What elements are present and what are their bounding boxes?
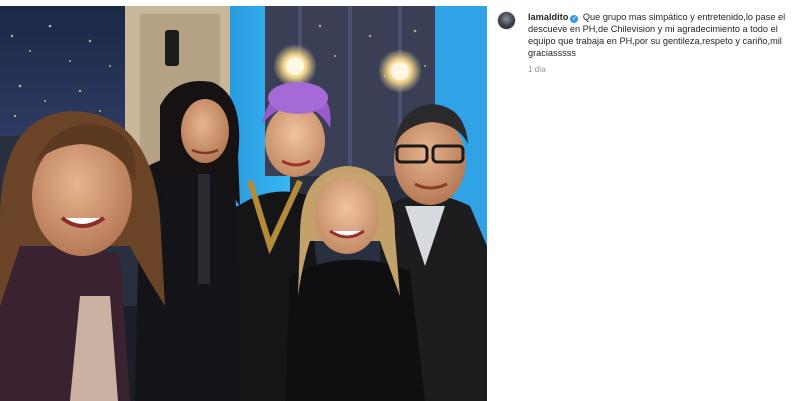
post-timestamp[interactable]: 1 día [528, 65, 546, 74]
profile-avatar[interactable] [497, 11, 516, 30]
caption-panel: lamaldito ✓ Que grupo mas simpático y ent… [487, 0, 800, 401]
verified-badge-icon: ✓ [570, 15, 579, 23]
username-link[interactable]: lamaldito [528, 12, 568, 22]
instagram-post-view: lamaldito ✓ Que grupo mas simpático y ent… [0, 0, 800, 401]
post-caption: lamaldito ✓ Que grupo mas simpático y ent… [528, 11, 790, 59]
post-photo[interactable] [0, 6, 487, 401]
group-selfie-image [0, 6, 487, 401]
